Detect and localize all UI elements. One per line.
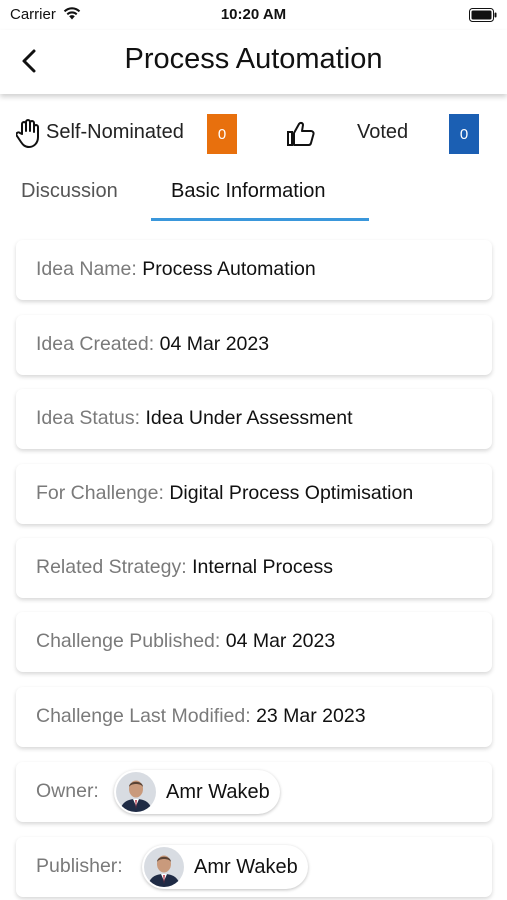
status-bar: Carrier 10:20 AM: [0, 0, 507, 30]
idea-name-label: Idea Name:: [36, 258, 137, 280]
related-strategy-value: Internal Process: [192, 556, 333, 578]
page-title: Process Automation: [124, 43, 383, 75]
idea-name-value: Process Automation: [142, 258, 316, 280]
tab-discussion[interactable]: Discussion: [21, 180, 118, 203]
related-strategy-label: Related Strategy:: [36, 556, 187, 578]
idea-status-value: Idea Under Assessment: [145, 407, 353, 429]
idea-created-value: 04 Mar 2023: [159, 333, 270, 355]
self-nominated-label: Self-Nominated: [46, 121, 184, 143]
navigation-bar: Process Automation: [0, 30, 507, 94]
voted-label: Voted: [357, 121, 409, 143]
for-challenge-value: Digital Process Optimisation: [169, 482, 414, 504]
active-tab-indicator: [151, 218, 369, 221]
owner-chip[interactable]: Amr Wakeb: [114, 770, 280, 814]
info-card-related-strategy: Related Strategy: Internal Process: [16, 538, 492, 598]
thumbs-up-icon[interactable]: [286, 120, 316, 153]
idea-created-label: Idea Created:: [36, 333, 155, 355]
self-nominated-count-badge: 0: [207, 114, 237, 154]
tab-bar: Discussion Basic Information: [0, 168, 507, 224]
idea-status-label: Idea Status:: [36, 407, 141, 429]
challenge-published-label: Challenge Published:: [36, 630, 221, 652]
info-card-for-challenge: For Challenge: Digital Process Optimisat…: [16, 464, 492, 524]
challenge-published-value: 04 Mar 2023: [225, 630, 336, 652]
avatar: [116, 772, 156, 812]
info-card-idea-status: Idea Status: Idea Under Assessment: [16, 389, 492, 449]
info-card-idea-name: Idea Name: Process Automation: [16, 240, 492, 300]
clock: 10:20 AM: [220, 6, 287, 23]
stats-row: Self-Nominated 0 Voted 0: [0, 108, 507, 160]
challenge-last-modified-label: Challenge Last Modified:: [36, 705, 251, 727]
voted-count-badge: 0: [449, 114, 479, 154]
owner-name: Amr Wakeb: [166, 780, 270, 803]
owner-label: Owner:: [36, 780, 99, 802]
info-card-challenge-published: Challenge Published: 04 Mar 2023: [16, 612, 492, 672]
for-challenge-label: For Challenge:: [36, 482, 164, 504]
info-card-idea-created: Idea Created: 04 Mar 2023: [16, 315, 492, 375]
battery-icon: [469, 8, 497, 27]
info-card-challenge-last-modified: Challenge Last Modified: 23 Mar 2023: [16, 687, 492, 747]
avatar: [144, 847, 184, 887]
publisher-label: Publisher:: [36, 855, 123, 877]
publisher-name: Amr Wakeb: [194, 855, 298, 878]
tab-basic-information[interactable]: Basic Information: [171, 180, 326, 203]
info-card-publisher: Publisher: Amr Wakeb: [16, 837, 492, 897]
challenge-last-modified-value: 23 Mar 2023: [256, 705, 366, 727]
publisher-chip[interactable]: Amr Wakeb: [142, 845, 308, 889]
info-card-owner: Owner: Amr Wakeb: [16, 762, 492, 822]
raised-hand-icon[interactable]: [15, 118, 42, 153]
